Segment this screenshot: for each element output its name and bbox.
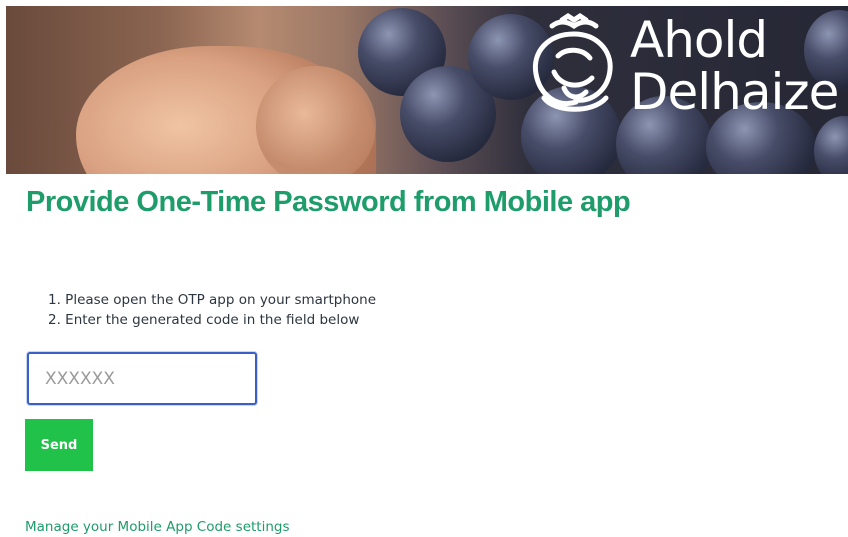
brand-wordmark: Ahold Delhaize <box>630 11 839 121</box>
send-button[interactable]: Send <box>25 419 93 471</box>
instruction-step: 2. Enter the generated code in the field… <box>48 312 360 328</box>
instruction-step: 1. Please open the OTP app on your smart… <box>48 292 377 308</box>
instruction-list: 1. Please open the OTP app on your smart… <box>48 290 376 330</box>
brand-line-2: Delhaize <box>630 63 839 121</box>
lion-crown-icon <box>532 12 613 112</box>
grape-image <box>814 116 848 174</box>
otp-code-input[interactable] <box>27 352 257 405</box>
brand-line-1: Ahold <box>630 11 768 69</box>
thumb-image <box>256 66 376 174</box>
page-title: Provide One-Time Password from Mobile ap… <box>26 186 631 218</box>
header-banner: Ahold Delhaize <box>6 6 848 174</box>
manage-mobile-app-settings-link[interactable]: Manage your Mobile App Code settings <box>25 518 290 536</box>
